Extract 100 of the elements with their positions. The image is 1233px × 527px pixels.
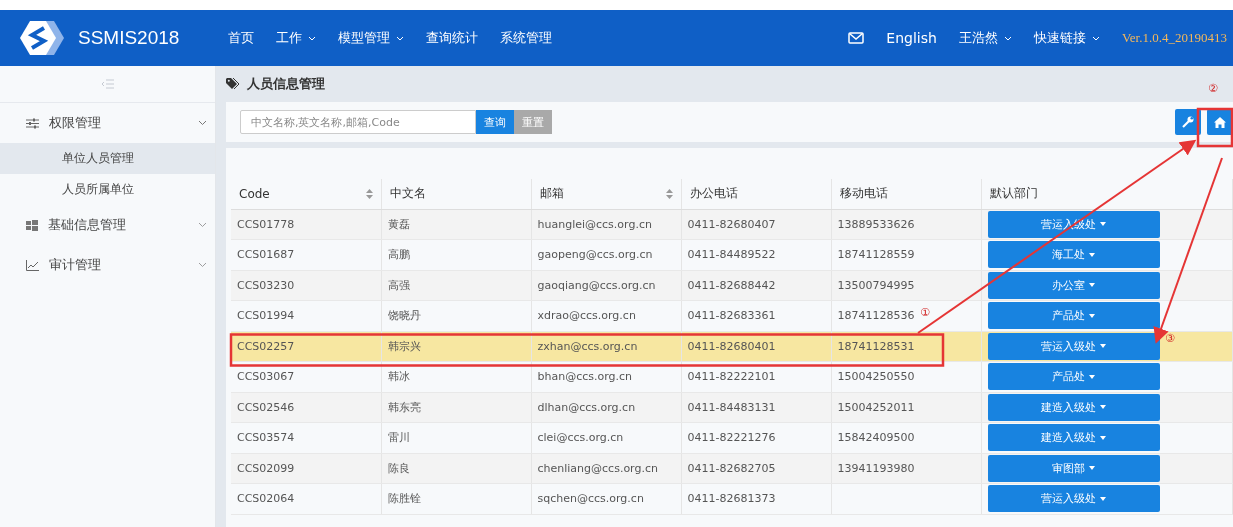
caret-icon xyxy=(1100,344,1106,349)
chevron-down-icon xyxy=(1003,35,1012,41)
table-cell: 13889533626 xyxy=(837,217,915,231)
table-cell: gaopeng@ccs.org.cn xyxy=(537,248,653,262)
table-row[interactable]: CCS02546 韩东亮 dlhan@ccs.org.cn 0411-84483131 15004252011 建造入级处 xyxy=(231,392,1233,423)
annotation-number: ② xyxy=(1208,82,1218,95)
mail-icon[interactable] xyxy=(848,32,865,44)
sidebar-menu-item[interactable]: 权限管理 xyxy=(0,103,215,143)
caret-icon xyxy=(1100,405,1106,410)
table-row[interactable]: CCS02099 陈良 chenliang@ccs.org.cn 0411-82682705 13941193980 审图部 xyxy=(231,453,1233,484)
table-cell: CCS02099 xyxy=(237,461,295,475)
table-cell: CCS02064 xyxy=(237,492,295,506)
table-cell: 陈良 xyxy=(387,461,410,475)
table-cell: 雷川 xyxy=(387,431,410,445)
header-menu-item[interactable]: 王浩然 xyxy=(958,29,1012,47)
table-row[interactable]: CCS01687 高鹏 gaopeng@ccs.org.cn 0411-84489522 18741128559 海工处 xyxy=(231,239,1233,270)
sidebar-submenu-item[interactable]: 人员所属单位 xyxy=(0,174,215,205)
column-header[interactable]: Code xyxy=(231,179,381,209)
windows-icon xyxy=(26,219,38,231)
annotation-number: ① xyxy=(920,306,930,319)
chevron-icon xyxy=(198,222,207,228)
table-cell: 陈胜铨 xyxy=(387,492,421,506)
table-cell: 韩宗兴 xyxy=(387,339,421,353)
menu-label: 审计管理 xyxy=(49,256,102,274)
sidebar-submenu-item[interactable]: 单位人员管理 xyxy=(0,143,215,174)
nav-menu-item[interactable]: 工作 xyxy=(276,29,316,47)
table-cell: 0411-82682705 xyxy=(687,461,776,475)
department-dropdown[interactable]: 营运入级处 xyxy=(987,485,1160,513)
table-cell: 0411-82680407 xyxy=(687,217,776,231)
query-button[interactable]: 查询 xyxy=(476,110,514,134)
table-cell: gaoqiang@ccs.org.cn xyxy=(537,278,656,292)
department-dropdown[interactable]: 营运入级处 xyxy=(987,332,1160,360)
chevron-icon xyxy=(198,262,207,268)
header-menu-item[interactable]: English xyxy=(886,30,937,46)
settings-button[interactable] xyxy=(1175,109,1201,135)
menu-label: 基础信息管理 xyxy=(48,216,127,234)
table-cell: 韩东亮 xyxy=(387,400,421,414)
table-row[interactable]: CCS03230 高强 gaoqiang@ccs.org.cn 0411-82688442 13500794995 办公室 xyxy=(231,270,1233,301)
table-row[interactable]: CCS03067 韩冰 bhan@ccs.org.cn 0411-82222101 15004250550 产品处 xyxy=(231,361,1233,392)
department-dropdown[interactable]: 办公室 xyxy=(987,271,1160,299)
table-cell: 15004250550 xyxy=(837,370,915,384)
sliders-icon xyxy=(26,117,39,129)
highlight-frame xyxy=(1196,107,1233,148)
table-row[interactable]: CCS03574 雷川 clei@ccs.org.cn 0411-82221276 15842409500 建造入级处 xyxy=(231,422,1233,453)
table-cell: 0411-82221276 xyxy=(687,431,776,445)
table-cell: dlhan@ccs.org.cn xyxy=(537,400,636,414)
table-cell: chenliang@ccs.org.cn xyxy=(537,461,658,475)
table-cell: 韩冰 xyxy=(387,370,410,384)
caret-icon xyxy=(1089,252,1095,257)
table-cell: CCS03230 xyxy=(237,278,295,292)
table-cell: CCS01687 xyxy=(237,248,295,262)
wrench-icon xyxy=(1182,116,1194,128)
table-cell: 15842409500 xyxy=(837,431,915,445)
department-dropdown[interactable]: 产品处 xyxy=(987,302,1160,330)
department-dropdown[interactable]: 海工处 xyxy=(987,241,1160,269)
nav-menu-item[interactable]: 查询统计 xyxy=(426,29,478,47)
header-menu-item[interactable]: 快速链接 xyxy=(1033,29,1100,47)
table-cell: 高鹏 xyxy=(387,248,410,262)
app-logo-text: SSMIS2018 xyxy=(78,27,180,49)
table-cell: clei@ccs.org.cn xyxy=(537,431,624,445)
sidebar-menu-item[interactable]: 审计管理 xyxy=(0,245,215,285)
sort-icon xyxy=(665,188,673,199)
sort-icon xyxy=(365,188,373,199)
table-cell: CCS03067 xyxy=(237,370,295,384)
table-row[interactable]: CCS02064 陈胜铨 sqchen@ccs.org.cn 0411-82681373 营运入级处 xyxy=(231,483,1233,514)
caret-icon xyxy=(1089,283,1095,288)
table-cell: 饶晓丹 xyxy=(387,309,421,323)
chevron-icon xyxy=(198,120,207,126)
department-dropdown[interactable]: 建造入级处 xyxy=(987,393,1160,421)
table-cell: 18741128559 xyxy=(837,248,915,262)
caret-icon xyxy=(1100,222,1106,227)
table-cell: CCS03574 xyxy=(237,431,295,445)
caret-icon xyxy=(1100,435,1106,440)
table-cell: 0411-82680401 xyxy=(687,339,776,353)
table-cell: 18741128536 xyxy=(837,309,915,323)
menu-label: 权限管理 xyxy=(49,114,102,132)
table-cell: CCS01778 xyxy=(237,217,295,231)
table-cell: 0411-82222101 xyxy=(687,370,776,384)
department-dropdown[interactable]: 产品处 xyxy=(987,363,1160,391)
caret-icon xyxy=(1089,466,1095,471)
line-chart-icon xyxy=(26,259,39,271)
nav-menu-item[interactable]: 首页 xyxy=(228,29,254,47)
department-dropdown[interactable]: 审图部 xyxy=(987,454,1160,482)
search-field[interactable]: 中文名称,英文名称,邮箱,Code xyxy=(240,110,476,134)
table-cell: zxhan@ccs.org.cn xyxy=(537,339,638,353)
column-header: 中文名 xyxy=(381,179,531,209)
column-header[interactable]: 邮箱 xyxy=(531,179,681,209)
table-cell: CCS02546 xyxy=(237,400,295,414)
version-label: Ver.1.0.4_20190413 xyxy=(1121,30,1227,46)
nav-menu-item[interactable]: 系统管理 xyxy=(500,29,552,47)
column-header: 默认部门 xyxy=(981,179,1233,209)
department-dropdown[interactable]: 建造入级处 xyxy=(987,424,1160,452)
sidebar-menu-item[interactable]: 基础信息管理 xyxy=(0,205,215,245)
table-cell: 13941193980 xyxy=(837,461,915,475)
table-cell: bhan@ccs.org.cn xyxy=(537,370,633,384)
table-cell: huanglei@ccs.org.cn xyxy=(537,217,652,231)
table-cell: 13500794995 xyxy=(837,278,915,292)
table-cell: 高强 xyxy=(387,278,410,292)
table-cell: xdrao@ccs.org.cn xyxy=(537,309,636,323)
nav-menu-item[interactable]: 模型管理 xyxy=(338,29,404,47)
